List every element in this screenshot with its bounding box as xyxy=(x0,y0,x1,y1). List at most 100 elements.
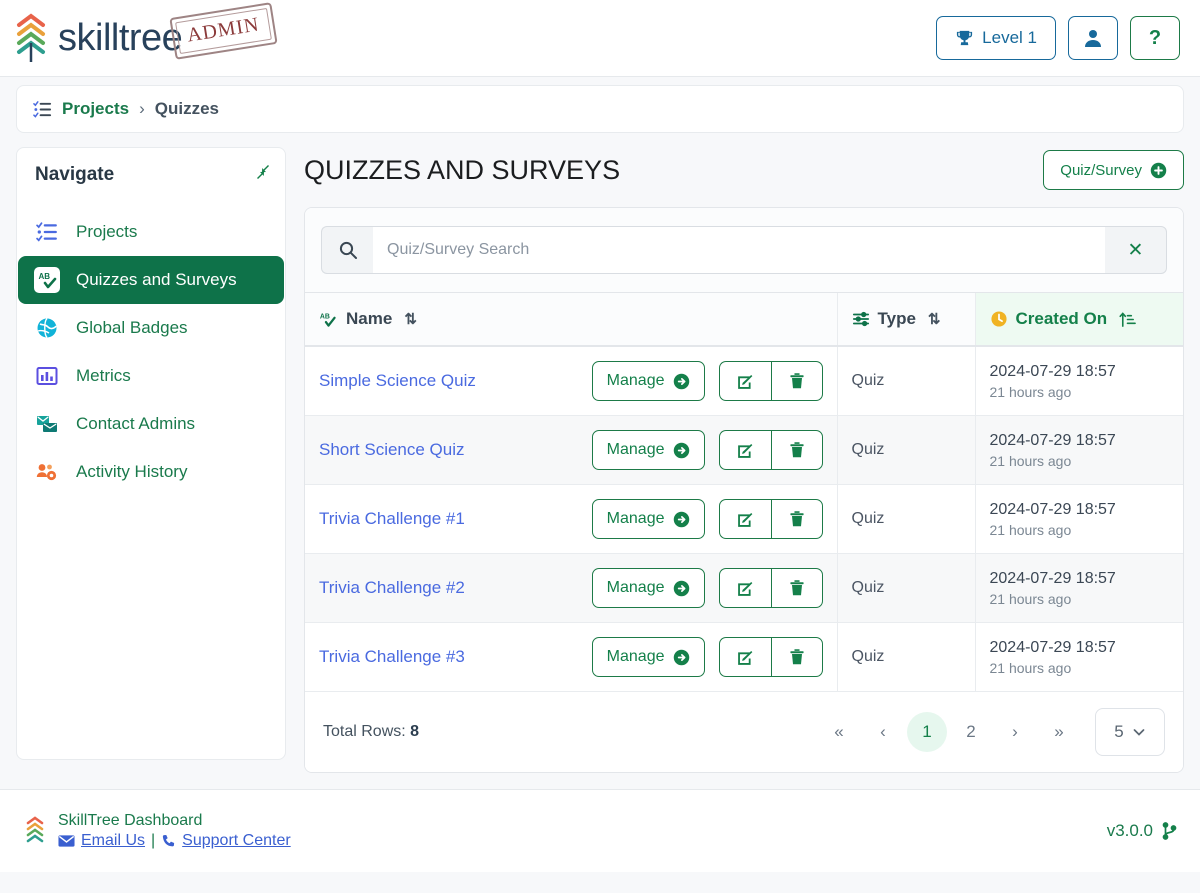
sort-icon[interactable]: ⇅ xyxy=(928,310,941,328)
cell-name: Trivia Challenge #1 Manage xyxy=(305,484,837,554)
tasks-list-icon xyxy=(34,219,60,245)
chevron-down-icon xyxy=(1132,725,1146,739)
compress-arrows-icon[interactable] xyxy=(255,164,271,180)
sidebar-item-projects[interactable]: Projects xyxy=(18,208,284,256)
breadcrumb-projects-link[interactable]: Projects xyxy=(62,99,129,119)
delete-button[interactable] xyxy=(770,361,823,401)
edit-button[interactable] xyxy=(718,430,771,470)
admin-stamp: ADMIN xyxy=(169,2,278,60)
column-header-created-on[interactable]: Created On xyxy=(974,292,1183,347)
header-actions: Level 1 ? xyxy=(936,16,1180,60)
edit-button[interactable] xyxy=(718,361,771,401)
edit-delete-group xyxy=(718,361,823,401)
pagination-page-2[interactable]: 2 xyxy=(951,712,991,752)
globe-icon xyxy=(34,315,60,341)
table-row: Short Science Quiz Manage Quiz 2024-07-2… xyxy=(305,415,1183,485)
quiz-name-link[interactable]: Trivia Challenge #1 xyxy=(319,509,465,529)
sidebar-item-activity-history[interactable]: Activity History xyxy=(18,448,284,496)
main-content: QUIZZES AND SURVEYS Quiz/Survey Quiz/Sur… xyxy=(304,147,1184,773)
svg-text:AB: AB xyxy=(320,313,330,320)
pagination-first[interactable]: « xyxy=(819,712,859,752)
sort-amount-up-icon[interactable] xyxy=(1119,311,1136,328)
cell-type: Quiz xyxy=(836,622,975,692)
quiz-name-link[interactable]: Trivia Challenge #2 xyxy=(319,578,465,598)
cell-type: Quiz xyxy=(836,346,975,416)
manage-button[interactable]: Manage xyxy=(591,637,705,677)
delete-button[interactable] xyxy=(770,568,823,608)
created-on-relative: 21 hours ago xyxy=(989,659,1072,676)
breadcrumb: Projects › Quizzes xyxy=(16,85,1184,133)
brand-name: skilltree xyxy=(58,16,183,59)
edit-button[interactable] xyxy=(718,568,771,608)
manage-button[interactable]: Manage xyxy=(591,499,705,539)
page-title: QUIZZES AND SURVEYS xyxy=(304,154,621,185)
sidebar-title: Navigate xyxy=(35,164,115,185)
breadcrumb-current: Quizzes xyxy=(154,99,220,118)
manage-button[interactable]: Manage xyxy=(591,361,705,401)
skilltree-chevrons-icon xyxy=(24,813,46,849)
edit-button[interactable] xyxy=(718,637,771,677)
search-input-group: ✕ xyxy=(321,226,1167,274)
quiz-name-link[interactable]: Short Science Quiz xyxy=(319,440,465,460)
created-on-date: 2024-07-29 18:57 xyxy=(989,431,1116,449)
ab-check-icon: AB xyxy=(319,310,338,329)
user-button[interactable] xyxy=(1068,16,1118,60)
help-button[interactable]: ? xyxy=(1130,16,1180,60)
column-header-name[interactable]: AB Name ⇅ xyxy=(305,292,837,347)
new-quiz-survey-button[interactable]: Quiz/Survey xyxy=(1043,150,1184,190)
sidebar-item-label: Metrics xyxy=(76,366,131,385)
cell-created-on: 2024-07-29 18:57 21 hours ago xyxy=(974,415,1183,485)
manage-label: Manage xyxy=(606,510,665,527)
page-size-select[interactable]: 5 xyxy=(1095,708,1165,756)
pagination-prev[interactable]: ‹ xyxy=(863,712,903,752)
cell-name: Simple Science Quiz Manage xyxy=(305,346,837,416)
sidebar-item-metrics[interactable]: Metrics xyxy=(18,352,284,400)
search-input[interactable] xyxy=(373,226,1105,274)
manage-button[interactable]: Manage xyxy=(591,430,705,470)
email-us-link[interactable]: Email Us xyxy=(81,832,145,850)
quiz-name-link[interactable]: Trivia Challenge #3 xyxy=(319,647,465,667)
new-quiz-survey-label: Quiz/Survey xyxy=(1060,161,1142,179)
level-button[interactable]: Level 1 xyxy=(936,16,1056,60)
cell-created-on: 2024-07-29 18:57 21 hours ago xyxy=(974,484,1183,554)
column-header-type[interactable]: Type ⇅ xyxy=(836,292,975,347)
cell-name: Trivia Challenge #3 Manage xyxy=(305,622,837,692)
users-cog-icon xyxy=(34,459,60,485)
delete-button[interactable] xyxy=(770,499,823,539)
manage-label: Manage xyxy=(606,648,665,665)
cell-created-on: 2024-07-29 18:57 21 hours ago xyxy=(974,622,1183,692)
created-on-relative: 21 hours ago xyxy=(989,590,1072,607)
tasks-list-icon xyxy=(33,100,52,119)
page-size-value: 5 xyxy=(1114,722,1124,741)
created-on-date: 2024-07-29 18:57 xyxy=(989,569,1116,587)
sidebar-item-contact-admins[interactable]: Contact Admins xyxy=(18,400,284,448)
sidebar-item-quizzes-and-surveys[interactable]: AB Quizzes and Surveys xyxy=(18,256,284,304)
delete-button[interactable] xyxy=(770,637,823,677)
manage-button[interactable]: Manage xyxy=(591,568,705,608)
table-row: Simple Science Quiz Manage Quiz 2024-07-… xyxy=(305,346,1183,416)
quizzes-card: ✕ AB xyxy=(304,207,1184,773)
edit-button[interactable] xyxy=(718,499,771,539)
sliders-icon xyxy=(852,310,870,328)
created-on-relative: 21 hours ago xyxy=(989,383,1072,400)
pagination-next[interactable]: › xyxy=(995,712,1035,752)
table-row: Trivia Challenge #2 Manage Quiz 2024-07-… xyxy=(305,553,1183,623)
sidebar-item-global-badges[interactable]: Global Badges xyxy=(18,304,284,352)
brand-logo[interactable]: skilltree ADMIN xyxy=(14,2,278,64)
total-rows-value: 8 xyxy=(410,723,420,740)
sidebar: Navigate Projects AB Quizzes and Surveys… xyxy=(16,147,286,760)
edit-delete-group xyxy=(718,499,823,539)
sort-icon[interactable]: ⇅ xyxy=(404,310,417,328)
clear-search-button[interactable]: ✕ xyxy=(1105,226,1167,274)
support-center-link[interactable]: Support Center xyxy=(182,832,291,850)
edit-delete-group xyxy=(718,637,823,677)
quiz-name-link[interactable]: Simple Science Quiz xyxy=(319,371,476,391)
footer-text: SkillTree Dashboard Email Us | Support C… xyxy=(58,812,291,850)
pagination-page-1[interactable]: 1 xyxy=(907,712,947,752)
delete-button[interactable] xyxy=(770,430,823,470)
cell-created-on: 2024-07-29 18:57 21 hours ago xyxy=(974,553,1183,623)
ab-check-icon: AB xyxy=(34,267,60,293)
table-header-row: AB Name ⇅ Type ⇅ Created On xyxy=(305,292,1183,347)
row-actions: Manage xyxy=(591,568,823,608)
pagination-last[interactable]: » xyxy=(1039,712,1079,752)
